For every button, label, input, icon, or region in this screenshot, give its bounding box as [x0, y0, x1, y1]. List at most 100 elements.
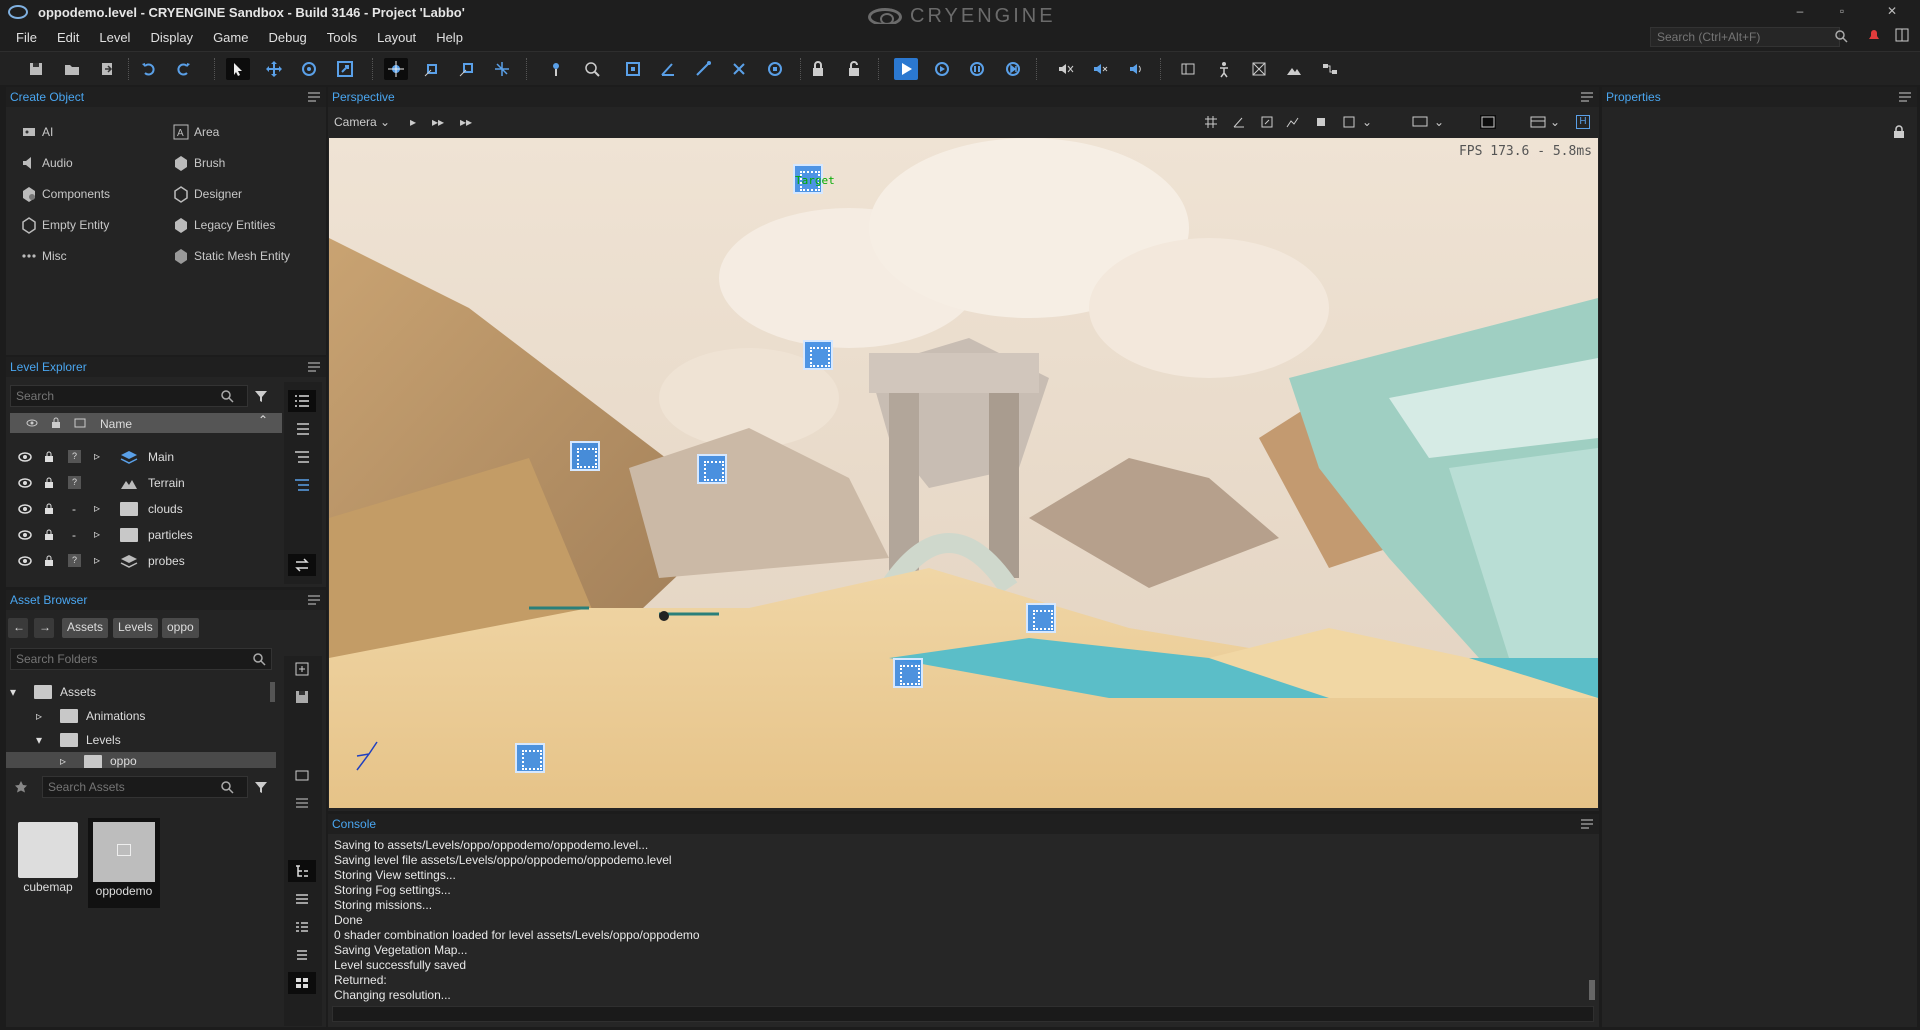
console-input[interactable]	[332, 1006, 1594, 1022]
star-icon[interactable]	[14, 780, 28, 794]
flowgraph-icon[interactable]	[1318, 58, 1342, 80]
angle-snap-icon[interactable]	[1232, 115, 1246, 129]
expand-icon[interactable]: ▹	[94, 501, 100, 515]
expand-icon[interactable]: ▹	[60, 754, 66, 768]
snap-pivot-icon[interactable]	[727, 58, 751, 80]
expand-icon[interactable]: ▹	[94, 527, 100, 541]
search-icon[interactable]	[220, 389, 234, 403]
create-legacy-entities-item[interactable]: Legacy Entities	[172, 216, 275, 234]
eye-icon[interactable]	[18, 555, 32, 567]
step-forward-icon[interactable]: ▸▸	[432, 115, 444, 129]
tree-row-animations[interactable]: ▹ Animations	[6, 704, 276, 728]
search-icon[interactable]	[220, 780, 234, 794]
layer-header-icon[interactable]	[74, 417, 86, 429]
pause-icon[interactable]	[965, 58, 989, 80]
crumb-oppo[interactable]: oppo	[162, 618, 199, 638]
notification-icon[interactable]	[1866, 27, 1882, 43]
collapse-icon[interactable]: ▾	[36, 733, 42, 747]
panel-menu-icon[interactable]	[1899, 92, 1911, 102]
search-icon[interactable]	[1834, 29, 1848, 43]
menu-help[interactable]: Help	[426, 24, 473, 51]
menu-layout[interactable]: Layout	[367, 24, 426, 51]
world-space-icon[interactable]	[384, 58, 408, 80]
create-misc-item[interactable]: Misc	[20, 247, 67, 265]
menu-game[interactable]: Game	[203, 24, 258, 51]
layer-row-probes[interactable]: ? ▹ probes	[10, 548, 282, 574]
entity-gizmo[interactable]	[570, 441, 600, 471]
details-view-tab[interactable]	[288, 916, 316, 938]
snap-vertex-icon[interactable]	[691, 58, 715, 80]
lock-icon[interactable]	[44, 451, 54, 463]
snap-angle-icon[interactable]	[656, 58, 680, 80]
full-hierarchy-tab[interactable]	[288, 390, 316, 412]
level-search-input[interactable]	[10, 385, 248, 407]
resolution-dropdown-icon[interactable]: ⌄	[1550, 115, 1560, 129]
panel-menu-icon[interactable]	[1581, 92, 1593, 102]
play-camera-icon[interactable]: ▸	[410, 115, 416, 129]
helpers-dropdown-icon[interactable]: ⌄	[1362, 115, 1372, 129]
create-ai-item[interactable]: AI	[20, 123, 53, 141]
lock-icon[interactable]	[44, 555, 54, 567]
open-folder-icon[interactable]	[60, 58, 84, 80]
ai-physics-icon[interactable]	[930, 58, 954, 80]
back-button[interactable]: ←	[8, 618, 28, 638]
sync-selection-tab[interactable]	[288, 554, 316, 576]
eye-header-icon[interactable]	[26, 417, 38, 429]
console-scrollbar[interactable]	[1589, 980, 1595, 1000]
entity-gizmo[interactable]	[697, 454, 727, 484]
step-icon[interactable]	[1001, 58, 1025, 80]
panel-menu-icon[interactable]	[308, 595, 320, 605]
entity-gizmo[interactable]	[515, 743, 545, 773]
menu-display[interactable]: Display	[140, 24, 203, 51]
helpers-icon[interactable]	[1342, 115, 1356, 129]
tree-row-levels[interactable]: ▾ Levels	[6, 728, 276, 752]
zoom-icon[interactable]	[580, 58, 604, 80]
create-audio-item[interactable]: Audio	[20, 154, 73, 172]
expand-icon[interactable]: ▹	[94, 449, 100, 463]
mute-icon[interactable]	[1053, 58, 1077, 80]
view-space-icon[interactable]	[490, 58, 514, 80]
save-all-tab[interactable]	[288, 686, 316, 708]
search-assets-input[interactable]	[42, 776, 248, 798]
tree-row-assets[interactable]: ▾ Assets	[6, 680, 276, 704]
layers-list-tab[interactable]	[288, 418, 316, 440]
crumb-levels[interactable]: Levels	[113, 618, 158, 638]
create-static-mesh-item[interactable]: Static Mesh Entity	[172, 247, 290, 265]
close-button[interactable]: ✕	[1880, 4, 1904, 20]
undo-icon[interactable]	[136, 58, 160, 80]
redo-icon[interactable]	[172, 58, 196, 80]
3d-viewport[interactable]: Target FPS 173.6 - 5.8ms	[329, 138, 1598, 808]
fast-forward-icon[interactable]: ▸▸	[460, 115, 472, 129]
forward-button[interactable]: →	[34, 618, 54, 638]
snap-normal-icon[interactable]	[763, 58, 787, 80]
fullscreen-icon[interactable]	[1480, 115, 1496, 129]
lock-icon[interactable]	[44, 477, 54, 489]
display-options-icon[interactable]	[1412, 115, 1428, 129]
import-tab[interactable]	[288, 658, 316, 680]
object-snap-icon[interactable]	[1314, 115, 1328, 129]
local-space-icon[interactable]	[420, 58, 444, 80]
menu-debug[interactable]: Debug	[258, 24, 316, 51]
create-brush-item[interactable]: Brush	[172, 154, 225, 172]
scale-icon[interactable]	[333, 58, 357, 80]
expand-icon[interactable]: ▹	[36, 709, 42, 723]
entity-gizmo[interactable]	[803, 340, 833, 370]
search-folders-input[interactable]	[10, 648, 272, 670]
create-designer-item[interactable]: Designer	[172, 185, 242, 203]
panel-menu-icon[interactable]	[1581, 819, 1593, 829]
layer-row-particles[interactable]: - ▹ particles	[10, 522, 282, 548]
unlock-icon[interactable]	[842, 58, 866, 80]
filter-icon[interactable]	[254, 389, 268, 403]
hud-toggle-icon[interactable]: H	[1576, 115, 1590, 129]
panel-menu-icon[interactable]	[308, 362, 320, 372]
lock-properties-icon[interactable]	[1893, 125, 1905, 139]
select-icon[interactable]	[226, 58, 250, 80]
lock-selection-icon[interactable]	[806, 58, 830, 80]
terrain-icon[interactable]	[1282, 58, 1306, 80]
tree-row-oppo[interactable]: ▹ oppo	[6, 752, 276, 768]
terrain-snap-icon[interactable]	[1286, 115, 1300, 129]
crumb-assets[interactable]: Assets	[62, 618, 109, 638]
sound-off-icon[interactable]	[1088, 58, 1112, 80]
snap-grid-icon[interactable]	[621, 58, 645, 80]
resolution-icon[interactable]	[1530, 115, 1546, 129]
